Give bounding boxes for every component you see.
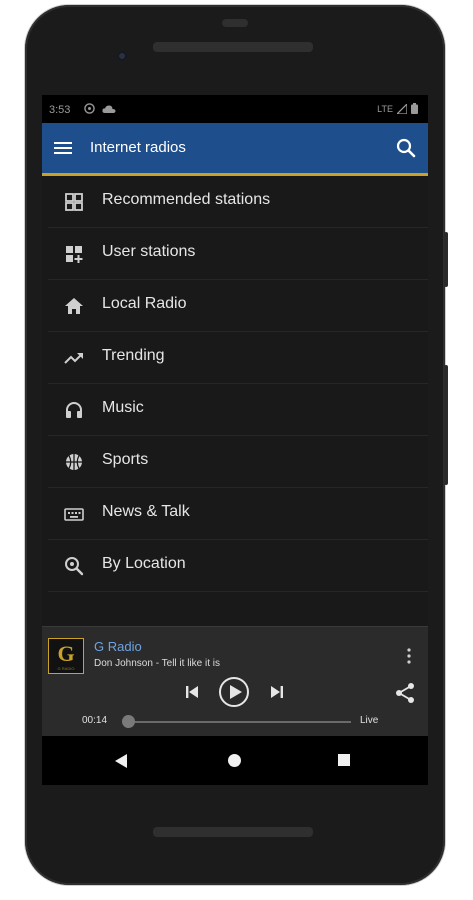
grid-add-icon <box>66 246 83 263</box>
bottom-speaker <box>153 827 313 837</box>
menu-item-news-talk[interactable]: News & Talk <box>48 488 428 540</box>
volume-button <box>444 365 448 485</box>
logo-text: G RADIO <box>57 666 75 671</box>
menu-icon[interactable] <box>52 137 74 159</box>
page-title: Internet radios <box>90 139 186 156</box>
menu-item-label: Trending <box>102 347 165 364</box>
skip-next-icon[interactable] <box>270 685 284 699</box>
station-logo: G G RADIO <box>48 638 84 674</box>
seek-thumb[interactable] <box>122 715 135 728</box>
play-icon[interactable] <box>218 676 250 708</box>
battery-icon <box>411 103 418 114</box>
top-speaker <box>153 42 313 52</box>
back-icon[interactable] <box>114 753 128 769</box>
home-button[interactable] <box>228 754 241 767</box>
menu-item-sports[interactable]: Sports <box>48 436 428 488</box>
seek-bar[interactable] <box>124 721 351 723</box>
mini-player[interactable]: G G RADIO G Radio Don Johnson - Tell it … <box>42 626 428 737</box>
network-label: LTE <box>377 103 393 114</box>
cloud-icon <box>102 105 116 113</box>
headphones-icon <box>66 402 82 418</box>
live-label: Live <box>360 715 379 726</box>
grid-icon <box>65 193 83 211</box>
search-icon[interactable] <box>394 136 418 160</box>
home-icon <box>65 298 83 314</box>
power-button <box>444 232 448 287</box>
menu-item-recommended-stations[interactable]: Recommended stations <box>48 176 428 228</box>
recents-button[interactable] <box>338 754 350 766</box>
track-title: Don Johnson - Tell it like it is <box>94 658 220 669</box>
menu-item-label: Recommended stations <box>102 191 271 208</box>
system-nav-bar <box>42 736 428 785</box>
menu-item-label: Local Radio <box>102 295 187 312</box>
screen: 3:53 LTE Internet radios Recommended sta… <box>42 95 428 785</box>
logo-letter: G <box>57 641 75 666</box>
basketball-icon <box>66 454 82 470</box>
front-camera <box>117 51 127 61</box>
front-sensor <box>222 19 248 27</box>
status-time: 3:53 <box>49 104 71 116</box>
share-icon[interactable] <box>394 682 416 704</box>
menu-item-music[interactable]: Music <box>48 384 428 436</box>
skip-previous-icon[interactable] <box>185 685 199 699</box>
menu-item-label: User stations <box>102 243 196 260</box>
station-menu: Recommended stations User stations Local… <box>42 176 428 626</box>
more-vert-icon[interactable] <box>406 647 412 665</box>
station-name: G Radio <box>94 639 142 654</box>
menu-item-label: Sports <box>102 451 149 468</box>
menu-item-label: Music <box>102 399 144 416</box>
menu-item-label: News & Talk <box>102 503 190 520</box>
menu-item-trending[interactable]: Trending <box>48 332 428 384</box>
menu-item-by-location[interactable]: By Location <box>48 540 428 592</box>
menu-item-user-stations[interactable]: User stations <box>48 228 428 280</box>
menu-item-local-radio[interactable]: Local Radio <box>48 280 428 332</box>
signal-icon <box>397 103 407 114</box>
elapsed-time: 00:14 <box>82 715 108 726</box>
trending-icon <box>64 353 83 364</box>
notification-icon <box>84 103 95 114</box>
menu-item-label: By Location <box>102 555 186 572</box>
search-location-icon <box>65 557 84 576</box>
app-bar: Internet radios <box>42 123 428 176</box>
status-right: LTE <box>377 103 418 114</box>
keyboard-icon <box>64 508 84 521</box>
status-bar: 3:53 LTE <box>42 95 428 123</box>
